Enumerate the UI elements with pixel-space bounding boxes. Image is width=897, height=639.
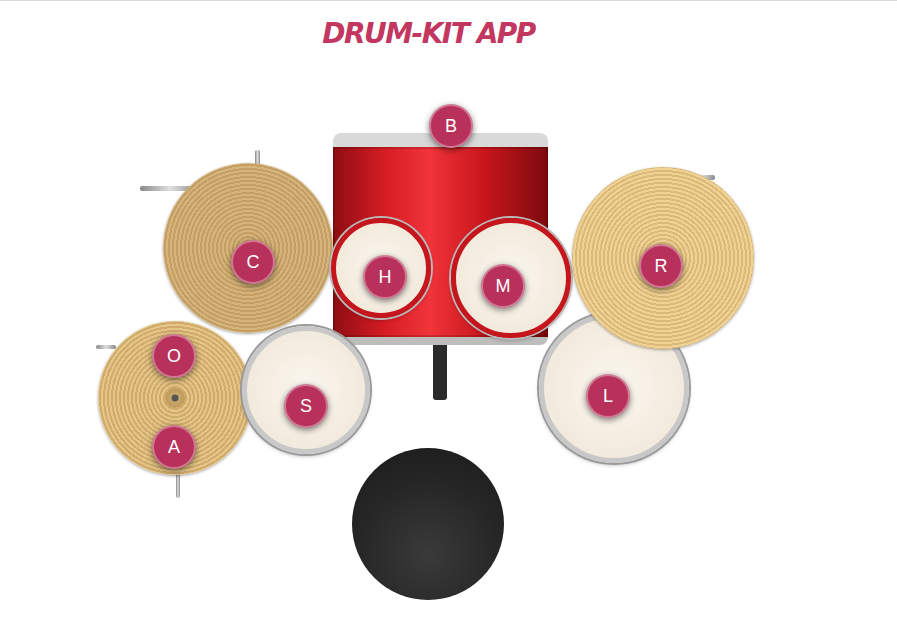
app-title: DRUM-KIT APP	[322, 17, 535, 63]
drum-kit: B C H M R O S A L	[0, 63, 897, 639]
kick-pedal-drum	[352, 448, 504, 600]
hihat-bell	[165, 388, 185, 408]
bass-drum-leg	[433, 340, 447, 400]
hihat-stand-rod	[96, 345, 116, 349]
drum-pad-button[interactable]: A	[152, 425, 196, 469]
drum-pad-button[interactable]: S	[284, 384, 328, 428]
drum-pad-button[interactable]: O	[152, 334, 196, 378]
drum-pad-button[interactable]: L	[586, 374, 630, 418]
drum-pad-button[interactable]: C	[231, 240, 275, 284]
drum-pad-button[interactable]: H	[363, 255, 407, 299]
drum-pad-button[interactable]: R	[639, 244, 683, 288]
drum-pad-button[interactable]: M	[481, 264, 525, 308]
drum-pad-button[interactable]: B	[429, 104, 473, 148]
app-header: DRUM-KIT APP	[0, 1, 897, 63]
